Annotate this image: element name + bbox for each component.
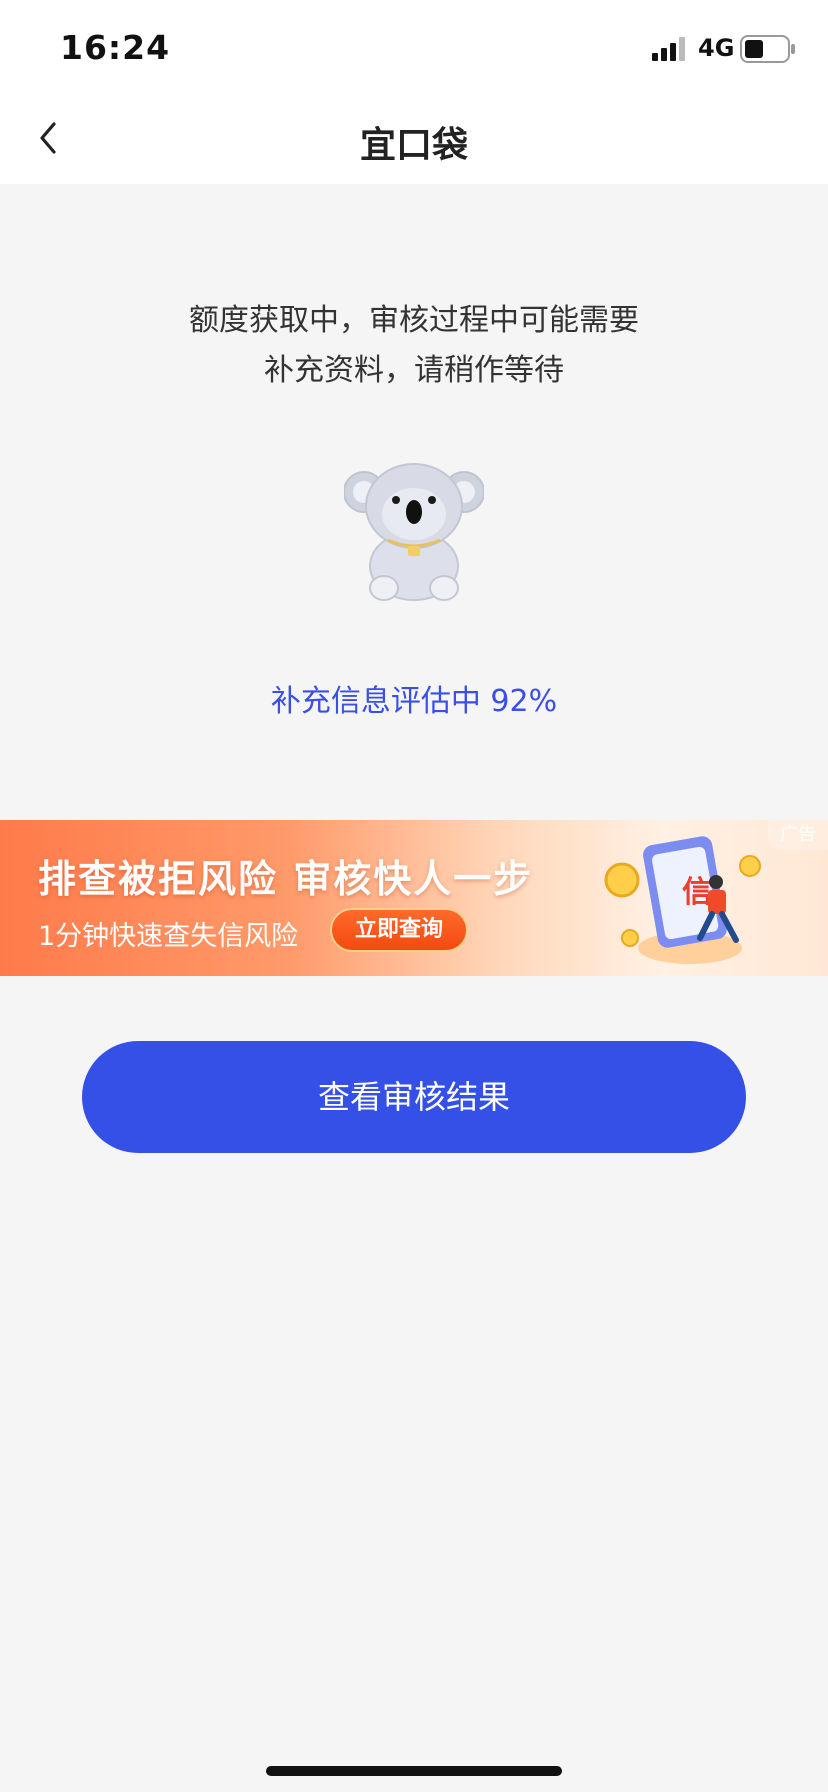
ad-query-button[interactable]: 立即查询 xyxy=(330,908,468,952)
progress-status-text: 补充信息评估中 92% xyxy=(270,684,558,719)
ad-headline: 排查被拒风险 审核快人一步 xyxy=(38,857,534,901)
page-title: 宜口袋 xyxy=(359,125,468,166)
network-label: 4G xyxy=(698,34,735,62)
signal-icon xyxy=(652,37,685,61)
notice-line-1: 额度获取中，审核过程中可能需要 xyxy=(189,303,639,338)
view-review-result-button[interactable]: 查看审核结果 xyxy=(82,1041,746,1153)
notice-line-2: 补充资料，请稍作等待 xyxy=(264,353,564,388)
home-indicator[interactable] xyxy=(266,1766,562,1776)
ad-badge: 广告 xyxy=(768,820,828,850)
battery-icon xyxy=(740,35,795,63)
nav-bar: 宜口袋 xyxy=(0,92,828,184)
ad-subtitle: 1分钟快速查失信风险 xyxy=(38,921,299,952)
ad-banner[interactable]: 广告 排查被拒风险 审核快人一步 1分钟快速查失信风险 立即查询 信 xyxy=(0,820,828,976)
ad-illustration-char: 信 xyxy=(682,875,712,910)
credit-check-illustration: 信 xyxy=(604,836,761,964)
koala-icon xyxy=(344,463,484,601)
status-time: 16:24 xyxy=(60,28,171,67)
status-bar: 16:24 4G xyxy=(0,0,828,92)
notice-message: 额度获取中，审核过程中可能需要 补充资料，请稍作等待 xyxy=(100,296,728,396)
